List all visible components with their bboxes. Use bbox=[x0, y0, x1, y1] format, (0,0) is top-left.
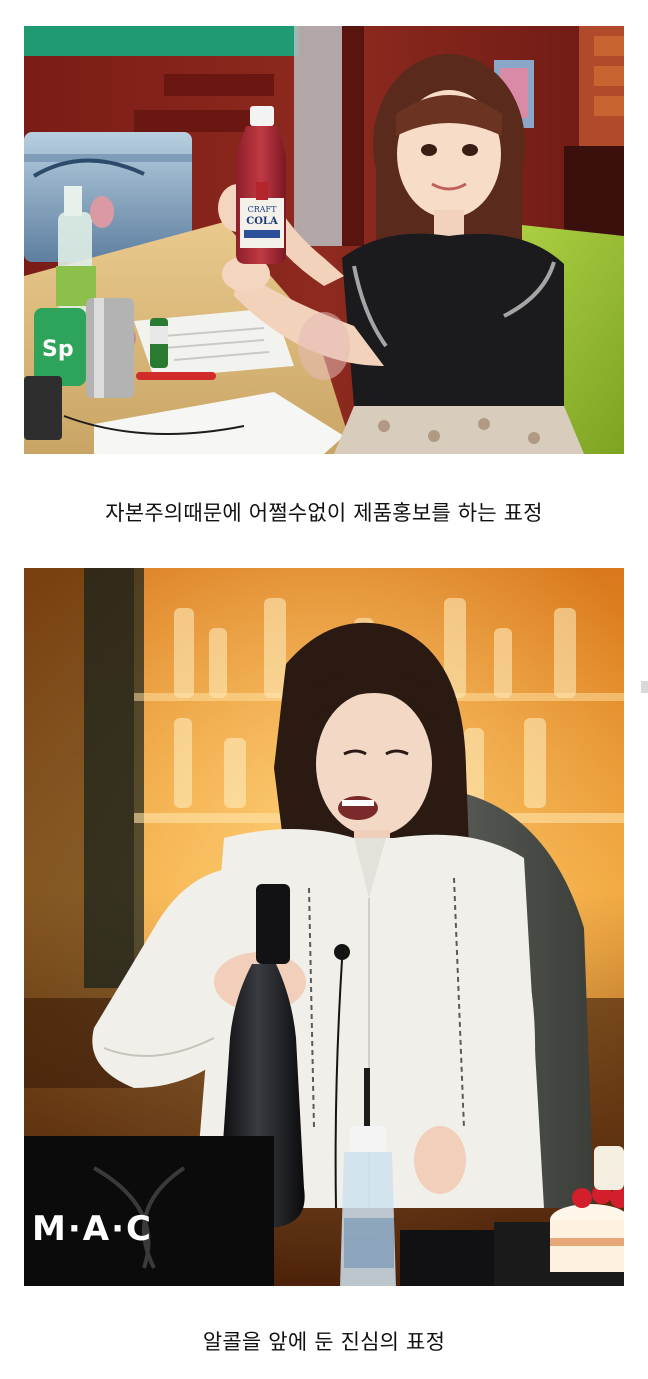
svg-text:CRAFT: CRAFT bbox=[248, 205, 277, 214]
caption-product-promo: 자본주의때문에 어쩔수없이 제품홍보를 하는 표정 bbox=[105, 501, 543, 525]
scroll-indicator bbox=[641, 681, 648, 693]
metal-cup bbox=[86, 298, 134, 398]
black-top bbox=[342, 233, 564, 406]
svg-text:COLA: COLA bbox=[246, 216, 278, 227]
photo-with-alcohol: M·A·C bbox=[24, 568, 624, 1286]
svg-text:Sp: Sp bbox=[42, 337, 74, 362]
caption-with-alcohol: 알콜을 앞에 둔 진심의 표정 bbox=[202, 1330, 446, 1354]
green-top-strip bbox=[24, 26, 299, 56]
svg-text:M·A·C: M·A·C bbox=[32, 1209, 153, 1249]
floral-skirt bbox=[334, 406, 584, 454]
smile bbox=[338, 796, 378, 820]
mac-shopping-bag: M·A·C bbox=[24, 1136, 274, 1286]
photo-product-promo: Sp CRAFT COLA bbox=[24, 26, 624, 454]
